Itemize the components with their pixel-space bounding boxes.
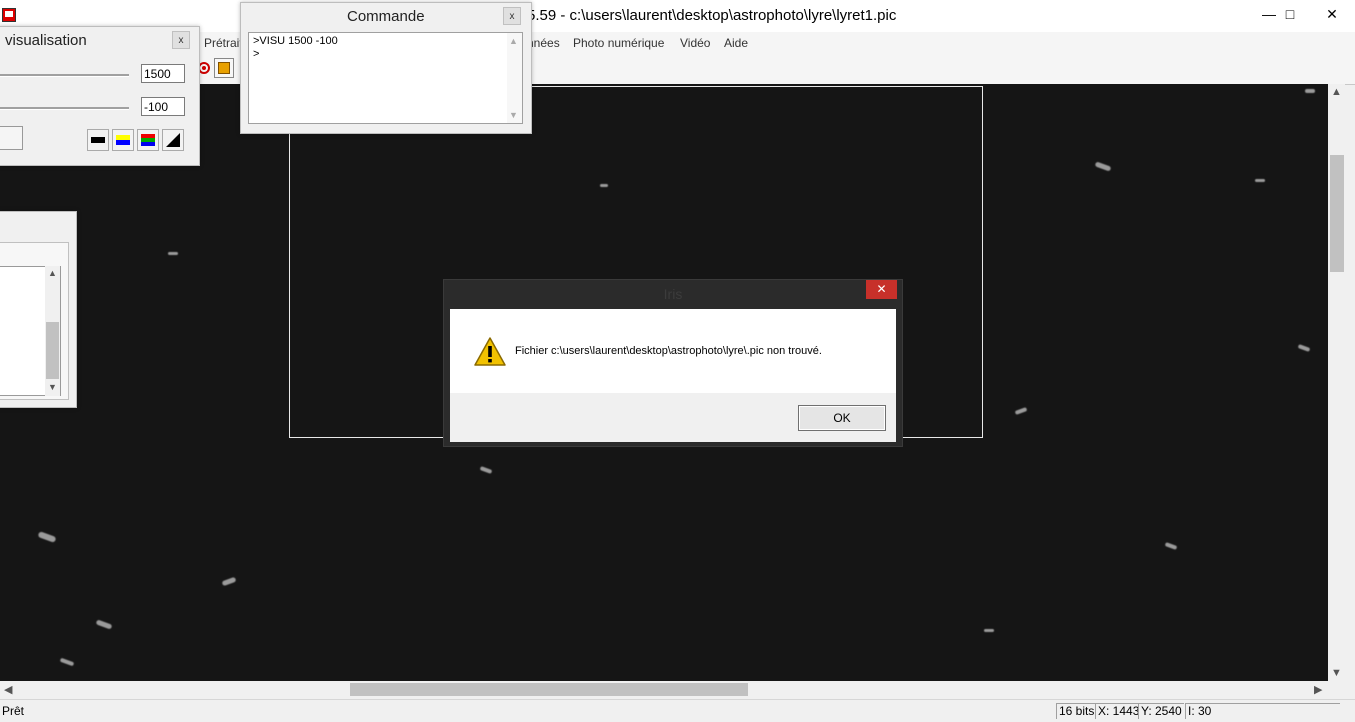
app-icon[interactable] xyxy=(2,8,16,22)
menu-pretraitement[interactable]: Prétrait xyxy=(204,36,243,50)
star xyxy=(479,466,493,474)
scroll-down-icon[interactable]: ▼ xyxy=(1331,667,1342,679)
visualisation-panel: visualisation x 1500 -100 xyxy=(0,26,200,166)
menu-aide[interactable]: Aide xyxy=(724,36,748,50)
cursor-x: X: 1443 xyxy=(1095,703,1142,719)
scroll-right-icon[interactable]: ▶ xyxy=(1314,683,1322,696)
scroll-up-icon[interactable]: ▲ xyxy=(1331,86,1342,98)
ok-button[interactable]: OK xyxy=(798,405,886,431)
star xyxy=(95,619,113,630)
menu-video[interactable]: Vidéo xyxy=(680,36,710,50)
blue-yellow-palette-icon[interactable] xyxy=(112,129,134,151)
chevron-up-icon[interactable]: ▲ xyxy=(509,36,518,46)
command-title: Commande xyxy=(347,8,425,25)
star xyxy=(1305,89,1315,93)
dialog-message: Fichier c:\users\laurent\desktop\astroph… xyxy=(515,345,822,357)
menu-photo-numerique[interactable]: Photo numérique xyxy=(573,36,664,50)
chevron-down-icon[interactable]: ▼ xyxy=(509,110,518,120)
star xyxy=(59,657,75,667)
window-title: 5.59 - c:\users\laurent\desktop\astropho… xyxy=(527,7,897,24)
star xyxy=(168,252,178,255)
low-threshold-input[interactable]: -100 xyxy=(141,97,185,116)
dialog-title: Iris xyxy=(663,286,683,302)
apply-button[interactable] xyxy=(0,126,23,150)
star xyxy=(1297,344,1311,352)
star xyxy=(1014,407,1028,415)
star xyxy=(984,629,994,632)
star xyxy=(1094,161,1112,172)
side-list-scroll-thumb[interactable] xyxy=(46,322,59,379)
cursor-y: Y: 2540 xyxy=(1138,703,1184,719)
command-textarea[interactable]: >VISU 1500 -100 > xyxy=(248,32,523,124)
status-text: Prêt xyxy=(2,704,25,718)
horizontal-scroll-thumb[interactable] xyxy=(350,683,748,696)
dialog-close-button[interactable]: ✕ xyxy=(866,280,897,299)
rainbow-palette-icon[interactable] xyxy=(137,129,159,151)
chevron-down-icon[interactable]: ▼ xyxy=(48,382,57,392)
warning-icon xyxy=(473,336,507,368)
high-threshold-input[interactable]: 1500 xyxy=(141,64,185,83)
side-panel: ▲ ▼ xyxy=(0,211,77,408)
star xyxy=(1255,179,1265,182)
command-close-button[interactable]: x xyxy=(503,7,521,25)
star xyxy=(600,184,608,187)
star xyxy=(221,576,237,587)
pixel-intensity: I: 30 xyxy=(1185,703,1340,719)
low-threshold-slider[interactable] xyxy=(0,107,129,110)
console-icon[interactable] xyxy=(214,58,234,78)
scroll-left-icon[interactable]: ◀ xyxy=(4,683,12,696)
chevron-up-icon[interactable]: ▲ xyxy=(48,268,57,278)
bit-depth: 16 bits xyxy=(1056,703,1097,719)
high-threshold-slider[interactable] xyxy=(0,74,129,77)
star xyxy=(37,531,57,543)
visualisation-title: visualisation xyxy=(5,32,87,49)
maximize-button[interactable]: □ xyxy=(1267,0,1313,30)
vertical-scroll-thumb[interactable] xyxy=(1330,155,1344,272)
star xyxy=(1164,542,1178,550)
visualisation-close-button[interactable]: x xyxy=(172,31,190,49)
gradient-palette-icon[interactable] xyxy=(162,129,184,151)
bw-palette-icon[interactable] xyxy=(87,129,109,151)
close-button[interactable]: ✕ xyxy=(1309,0,1355,30)
